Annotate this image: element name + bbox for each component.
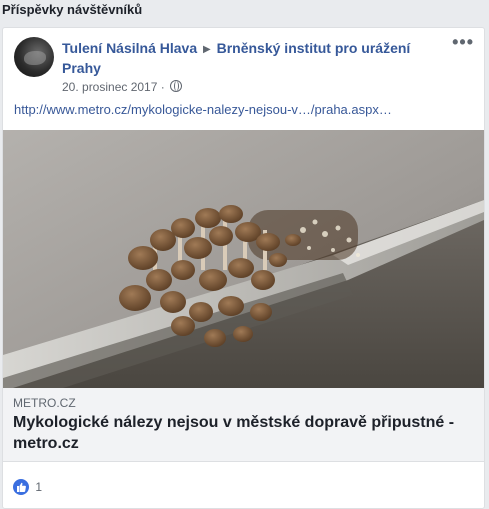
reaction-count: 1: [35, 480, 43, 494]
author-name-link[interactable]: Tulení Násilná Hlava: [62, 40, 197, 56]
link-title[interactable]: Mykologické nálezy nejsou v městské dopr…: [13, 412, 468, 454]
link-preview-image[interactable]: [3, 130, 484, 388]
visitor-post-card: Tulení Násilná Hlava ▶ Brněnský institut…: [2, 27, 485, 509]
post-url-link[interactable]: http://www.metro.cz/mykologicke-nalezy-n…: [14, 102, 474, 117]
link-domain: METRO.CZ: [13, 396, 76, 410]
arrow-right-icon: ▶: [203, 44, 211, 55]
like-icon: [13, 479, 29, 495]
author-avatar[interactable]: [14, 37, 54, 77]
globe-icon: [170, 80, 183, 92]
post-date-link[interactable]: 20. prosinec 2017: [62, 80, 157, 94]
section-title: Příspěvky návštěvníků: [2, 2, 143, 17]
post-meta: 20. prosinec 2017 ·: [62, 80, 183, 94]
post-options-button[interactable]: •••: [452, 33, 474, 51]
link-preview-caption[interactable]: METRO.CZ Mykologické nálezy nejsou v měs…: [3, 388, 484, 462]
post-header: Tulení Násilná Hlava ▶ Brněnský institut…: [62, 39, 442, 78]
reactions-summary[interactable]: 1: [13, 479, 42, 495]
